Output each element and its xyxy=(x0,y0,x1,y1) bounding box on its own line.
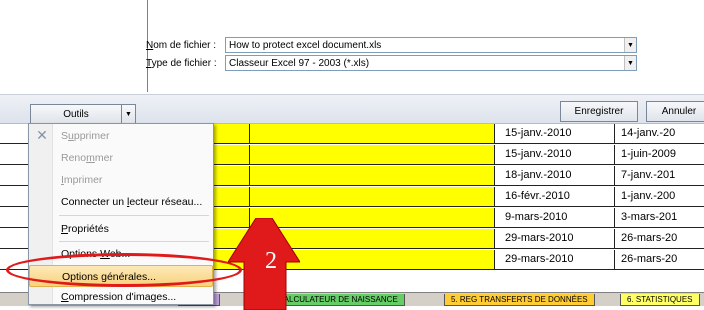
yellow-cell[interactable] xyxy=(212,166,250,185)
step-number: 2 xyxy=(265,248,277,274)
filetype-row: Type de fichier : xyxy=(146,54,226,72)
yellow-cell[interactable] xyxy=(250,166,495,185)
menu-item-proprietes[interactable]: Propriétés xyxy=(29,218,213,240)
date-cell[interactable]: 1-janv.-200 xyxy=(615,187,704,206)
sheet-tab-statistiques[interactable]: 6. STATISTIQUES xyxy=(620,294,700,306)
cancel-button[interactable]: Annuler xyxy=(646,101,704,122)
filetype-dropdown-icon[interactable]: ▼ xyxy=(624,56,636,70)
menu-separator xyxy=(59,241,209,242)
date-cell[interactable]: 16-févr.-2010 xyxy=(495,187,615,206)
save-button[interactable]: Enregistrer xyxy=(560,101,638,122)
yellow-cell[interactable] xyxy=(250,145,495,164)
filename-field[interactable]: How to protect excel document.xls ▼ xyxy=(225,37,637,53)
filetype-label: Type de fichier : xyxy=(146,57,217,69)
date-cell[interactable]: 7-janv.-201 xyxy=(615,166,704,185)
date-cell[interactable]: 15-janv.-2010 xyxy=(495,145,615,164)
menu-item-renommer[interactable]: Renommer xyxy=(29,147,213,169)
tools-dropdown-icon[interactable]: ▼ xyxy=(121,105,135,123)
yellow-cell[interactable] xyxy=(250,124,495,143)
yellow-cell[interactable] xyxy=(212,187,250,206)
date-cell[interactable]: 14-janv.-20 xyxy=(615,124,704,143)
cancel-button-label[interactable]: Annuler xyxy=(662,106,696,117)
date-cell[interactable]: 26-mars-20 xyxy=(615,250,704,269)
date-cell[interactable]: 9-mars-2010 xyxy=(495,208,615,227)
menu-item-supprimer[interactable]: Supprimer xyxy=(29,125,213,147)
date-cell[interactable]: 29-mars-2010 xyxy=(495,229,615,248)
date-cell[interactable]: 29-mars-2010 xyxy=(495,250,615,269)
filename-value[interactable]: How to protect excel document.xls xyxy=(226,40,624,51)
date-cell[interactable]: 1-juin-2009 xyxy=(615,145,704,164)
menu-item-compression-images[interactable]: Compression d'images... xyxy=(29,286,213,308)
filetype-select[interactable]: Classeur Excel 97 - 2003 (*.xls) ▼ xyxy=(225,55,637,71)
filetype-value[interactable]: Classeur Excel 97 - 2003 (*.xls) xyxy=(226,58,624,69)
filename-label: Nom de fichier : xyxy=(146,39,217,51)
yellow-cell[interactable] xyxy=(212,145,250,164)
menu-item-imprimer[interactable]: Imprimer xyxy=(29,169,213,191)
date-cell[interactable]: 3-mars-201 xyxy=(615,208,704,227)
filename-row: Nom de fichier : xyxy=(146,36,226,54)
save-button-label[interactable]: Enregistrer xyxy=(575,106,624,117)
menu-separator xyxy=(59,215,209,216)
date-cell[interactable]: 26-mars-20 xyxy=(615,229,704,248)
date-cell[interactable]: 18-janv.-2010 xyxy=(495,166,615,185)
highlight-ellipse xyxy=(6,253,242,287)
filename-dropdown-icon[interactable]: ▼ xyxy=(624,38,636,52)
tools-button[interactable]: Outils ▼ xyxy=(30,104,136,124)
yellow-cell[interactable] xyxy=(212,124,250,143)
preview-pane xyxy=(28,0,148,92)
yellow-cell[interactable] xyxy=(250,187,495,206)
menu-item-map-network-drive[interactable]: Connecter un lecteur réseau... xyxy=(29,191,213,213)
sheet-tab-transferts[interactable]: 5. REG TRANSFERTS DE DONNÉES xyxy=(444,294,595,306)
tools-button-label[interactable]: Outils xyxy=(31,109,121,120)
date-cell[interactable]: 15-janv.-2010 xyxy=(495,124,615,143)
